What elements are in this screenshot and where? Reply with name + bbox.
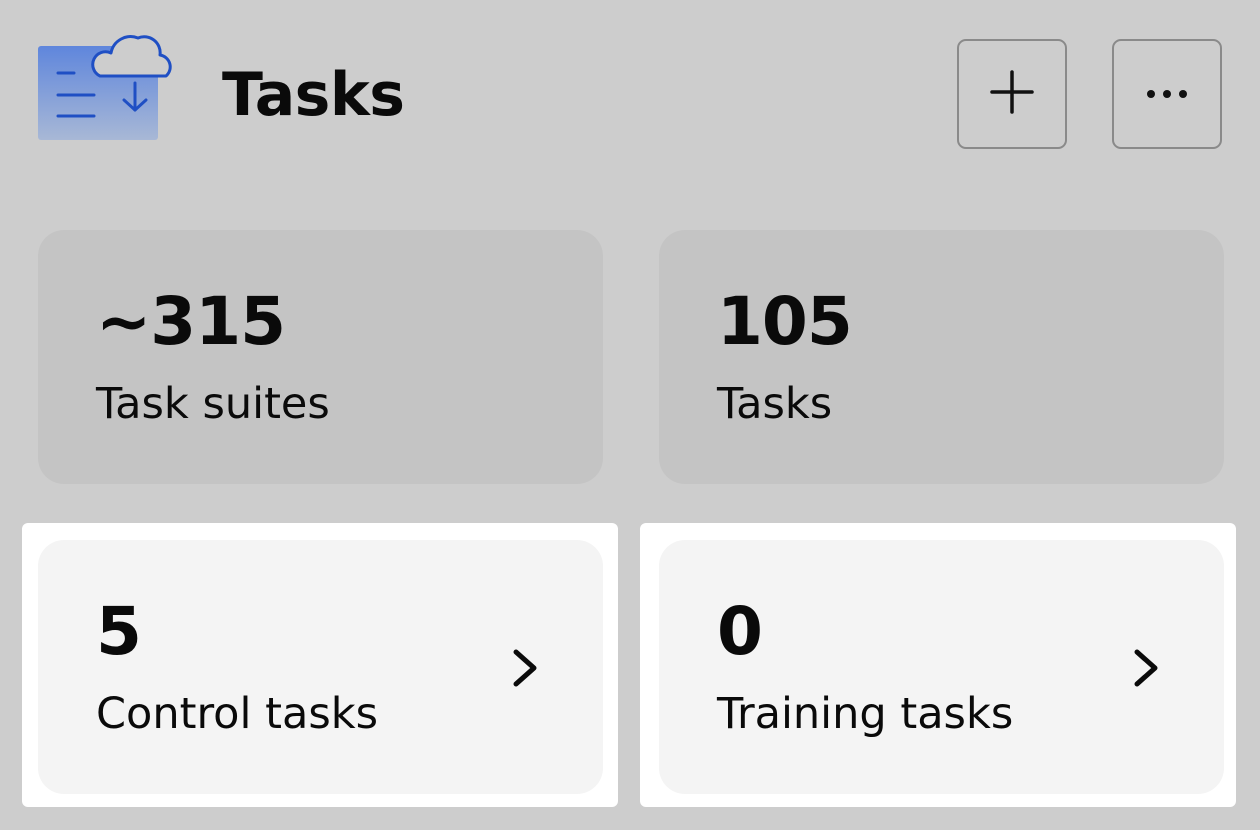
control-tasks-label: Control tasks xyxy=(96,689,379,739)
tasks-stat-card: 105 Tasks xyxy=(659,230,1224,484)
tasks-count: 105 xyxy=(717,283,853,360)
task-suites-stat-card: ~315 Task suites xyxy=(38,230,603,484)
page-header: Tasks xyxy=(0,0,1260,190)
tasks-cloud-icon xyxy=(38,28,180,142)
tasks-label: Tasks xyxy=(717,379,833,429)
control-tasks-count: 5 xyxy=(96,593,142,670)
more-options-button[interactable] xyxy=(1112,39,1222,149)
training-tasks-card[interactable]: 0 Training tasks xyxy=(659,540,1224,794)
task-suites-label: Task suites xyxy=(96,379,330,429)
plus-icon xyxy=(989,69,1035,119)
training-tasks-label: Training tasks xyxy=(717,689,1014,739)
chevron-right-icon xyxy=(508,644,544,692)
task-suites-count: ~315 xyxy=(96,283,286,360)
more-horizontal-icon xyxy=(1144,85,1190,104)
control-tasks-card[interactable]: 5 Control tasks xyxy=(38,540,603,794)
add-button[interactable] xyxy=(957,39,1067,149)
chevron-right-icon xyxy=(1129,644,1165,692)
page-title: Tasks xyxy=(222,60,405,130)
training-tasks-count: 0 xyxy=(717,593,763,670)
